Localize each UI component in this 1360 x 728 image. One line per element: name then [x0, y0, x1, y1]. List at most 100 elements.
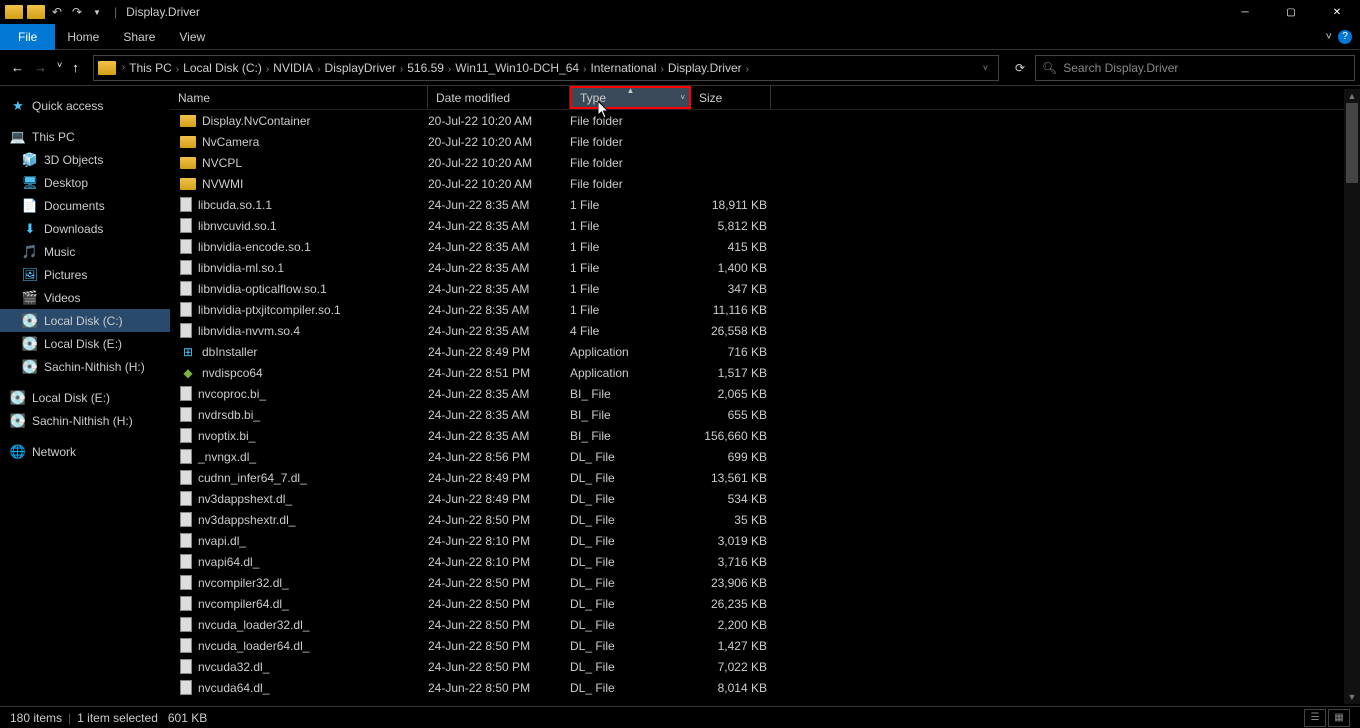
- application-icon: ◆: [180, 365, 196, 381]
- breadcrumb-segment[interactable]: Display.Driver: [666, 61, 744, 75]
- vertical-scrollbar[interactable]: ▲ ▼: [1344, 89, 1360, 704]
- breadcrumb-segment[interactable]: Local Disk (C:): [181, 61, 264, 75]
- file-row[interactable]: libnvcuvid.so.124-Jun-22 8:35 AM1 File5,…: [170, 215, 1360, 236]
- nav-item[interactable]: 🧊3D Objects: [0, 148, 170, 171]
- breadcrumb-segment[interactable]: International: [588, 61, 658, 75]
- nav-item[interactable]: 🎬Videos: [0, 286, 170, 309]
- file-type: DL_ File: [570, 513, 691, 527]
- file-type: DL_ File: [570, 597, 691, 611]
- file-row[interactable]: ◆nvdispco6424-Jun-22 8:51 PMApplication1…: [170, 362, 1360, 383]
- file-row[interactable]: libnvidia-ptxjitcompiler.so.124-Jun-22 8…: [170, 299, 1360, 320]
- file-row[interactable]: nvcompiler32.dl_24-Jun-22 8:50 PMDL_ Fil…: [170, 572, 1360, 593]
- file-icon: [180, 659, 192, 674]
- forward-button[interactable]: →: [34, 60, 47, 75]
- redo-icon[interactable]: ↷: [69, 4, 85, 20]
- file-row[interactable]: nvapi64.dl_24-Jun-22 8:10 PMDL_ File3,71…: [170, 551, 1360, 572]
- tab-share[interactable]: Share: [111, 24, 167, 50]
- nav-item[interactable]: ⬇Downloads: [0, 217, 170, 240]
- file-row[interactable]: nvcuda64.dl_24-Jun-22 8:50 PMDL_ File8,0…: [170, 677, 1360, 698]
- file-row[interactable]: nvoptix.bi_24-Jun-22 8:35 AMBI_ File156,…: [170, 425, 1360, 446]
- back-button[interactable]: ←: [11, 60, 24, 75]
- nav-item-icon: 🖼: [22, 267, 38, 283]
- file-row[interactable]: nvapi.dl_24-Jun-22 8:10 PMDL_ File3,019 …: [170, 530, 1360, 551]
- file-row[interactable]: libnvidia-ml.so.124-Jun-22 8:35 AM1 File…: [170, 257, 1360, 278]
- file-size: 11,116 KB: [691, 303, 771, 317]
- nav-item[interactable]: 💽Local Disk (C:): [0, 309, 170, 332]
- icons-view-button[interactable]: ▦: [1328, 709, 1350, 727]
- file-row[interactable]: nvcuda_loader64.dl_24-Jun-22 8:50 PMDL_ …: [170, 635, 1360, 656]
- file-icon: [180, 260, 192, 275]
- qat-dropdown-icon[interactable]: ▼: [89, 4, 105, 20]
- scroll-down-icon[interactable]: ▼: [1344, 690, 1360, 704]
- breadcrumb-segment[interactable]: This PC: [127, 61, 174, 75]
- breadcrumb-segment[interactable]: 516.59: [405, 61, 446, 75]
- file-row[interactable]: nvcompiler64.dl_24-Jun-22 8:50 PMDL_ Fil…: [170, 593, 1360, 614]
- file-row[interactable]: ⊞dbInstaller24-Jun-22 8:49 PMApplication…: [170, 341, 1360, 362]
- ribbon-expand-icon[interactable]: ˅: [1326, 31, 1332, 43]
- file-row[interactable]: NVCPL20-Jul-22 10:20 AMFile folder: [170, 152, 1360, 173]
- recent-dropdown-icon[interactable]: ˅: [57, 60, 62, 75]
- help-icon[interactable]: ?: [1338, 30, 1352, 44]
- column-date[interactable]: Date modified: [428, 86, 570, 109]
- file-row[interactable]: NVWMI20-Jul-22 10:20 AMFile folder: [170, 173, 1360, 194]
- breadcrumb[interactable]: › This PC›Local Disk (C:)›NVIDIA›Display…: [93, 55, 999, 81]
- file-row[interactable]: nvdrsdb.bi_24-Jun-22 8:35 AMBI_ File655 …: [170, 404, 1360, 425]
- file-name: nvcuda_loader32.dl_: [198, 618, 309, 632]
- column-name[interactable]: Name: [170, 86, 428, 109]
- file-row[interactable]: nvcuda_loader32.dl_24-Jun-22 8:50 PMDL_ …: [170, 614, 1360, 635]
- file-row[interactable]: _nvngx.dl_24-Jun-22 8:56 PMDL_ File699 K…: [170, 446, 1360, 467]
- nav-item[interactable]: 💽Sachin-Nithish (H:): [0, 355, 170, 378]
- nav-drive[interactable]: 💽Sachin-Nithish (H:): [0, 409, 170, 432]
- file-name: nvcuda_loader64.dl_: [198, 639, 309, 653]
- column-filter-icon[interactable]: ˅: [680, 93, 685, 102]
- close-button[interactable]: ✕: [1314, 0, 1360, 24]
- tab-file[interactable]: File: [0, 24, 55, 50]
- nav-item[interactable]: 🎵Music: [0, 240, 170, 263]
- nav-item[interactable]: 💽Local Disk (E:): [0, 332, 170, 355]
- minimize-button[interactable]: ─: [1222, 0, 1268, 24]
- details-view-button[interactable]: ☰: [1304, 709, 1326, 727]
- file-row[interactable]: libnvidia-opticalflow.so.124-Jun-22 8:35…: [170, 278, 1360, 299]
- scroll-up-icon[interactable]: ▲: [1344, 89, 1360, 103]
- file-row[interactable]: nvcoproc.bi_24-Jun-22 8:35 AMBI_ File2,0…: [170, 383, 1360, 404]
- file-size: 7,022 KB: [691, 660, 771, 674]
- file-row[interactable]: libnvidia-encode.so.124-Jun-22 8:35 AM1 …: [170, 236, 1360, 257]
- nav-item[interactable]: 🖼Pictures: [0, 263, 170, 286]
- search-input[interactable]: 🔍︎ Search Display.Driver: [1035, 55, 1355, 81]
- file-row[interactable]: cudnn_infer64_7.dl_24-Jun-22 8:49 PMDL_ …: [170, 467, 1360, 488]
- file-row[interactable]: Display.NvContainer20-Jul-22 10:20 AMFil…: [170, 110, 1360, 131]
- nav-this-pc[interactable]: 💻This PC: [0, 125, 170, 148]
- breadcrumb-segment[interactable]: NVIDIA: [271, 61, 315, 75]
- qat-open-icon[interactable]: [27, 5, 45, 19]
- breadcrumb-segment[interactable]: Win11_Win10-DCH_64: [453, 61, 581, 75]
- file-row[interactable]: nvcuda32.dl_24-Jun-22 8:50 PMDL_ File7,0…: [170, 656, 1360, 677]
- nav-drive[interactable]: 💽Local Disk (E:): [0, 386, 170, 409]
- chevron-right-icon[interactable]: ›: [315, 64, 322, 75]
- nav-network[interactable]: 🌐Network: [0, 440, 170, 463]
- chevron-right-icon[interactable]: ›: [658, 64, 665, 75]
- file-name: Display.NvContainer: [202, 114, 311, 128]
- address-dropdown-icon[interactable]: ˅: [983, 63, 994, 73]
- refresh-button[interactable]: ⟳: [1007, 61, 1033, 75]
- scrollbar-thumb[interactable]: [1346, 103, 1358, 183]
- tab-view[interactable]: View: [167, 24, 217, 50]
- chevron-right-icon[interactable]: ›: [120, 62, 127, 73]
- file-row[interactable]: libcuda.so.1.124-Jun-22 8:35 AM1 File18,…: [170, 194, 1360, 215]
- column-type[interactable]: ▲Type˅: [570, 86, 691, 109]
- file-type: DL_ File: [570, 660, 691, 674]
- file-row[interactable]: nv3dappshextr.dl_24-Jun-22 8:50 PMDL_ Fi…: [170, 509, 1360, 530]
- file-row[interactable]: nv3dappshext.dl_24-Jun-22 8:49 PMDL_ Fil…: [170, 488, 1360, 509]
- file-row[interactable]: NvCamera20-Jul-22 10:20 AMFile folder: [170, 131, 1360, 152]
- column-size[interactable]: Size: [691, 86, 771, 109]
- nav-item[interactable]: 📄Documents: [0, 194, 170, 217]
- nav-item[interactable]: 🖥Desktop: [0, 171, 170, 194]
- up-button[interactable]: ↑: [72, 60, 79, 75]
- tab-home[interactable]: Home: [55, 24, 111, 50]
- breadcrumb-segment[interactable]: DisplayDriver: [323, 61, 398, 75]
- nav-quick-access[interactable]: ★Quick access: [0, 94, 170, 117]
- file-row[interactable]: libnvidia-nvvm.so.424-Jun-22 8:35 AM4 Fi…: [170, 320, 1360, 341]
- maximize-button[interactable]: ▢: [1268, 0, 1314, 24]
- file-name: libnvidia-encode.so.1: [198, 240, 311, 254]
- chevron-right-icon[interactable]: ›: [744, 64, 751, 75]
- undo-icon[interactable]: ↶: [49, 4, 65, 20]
